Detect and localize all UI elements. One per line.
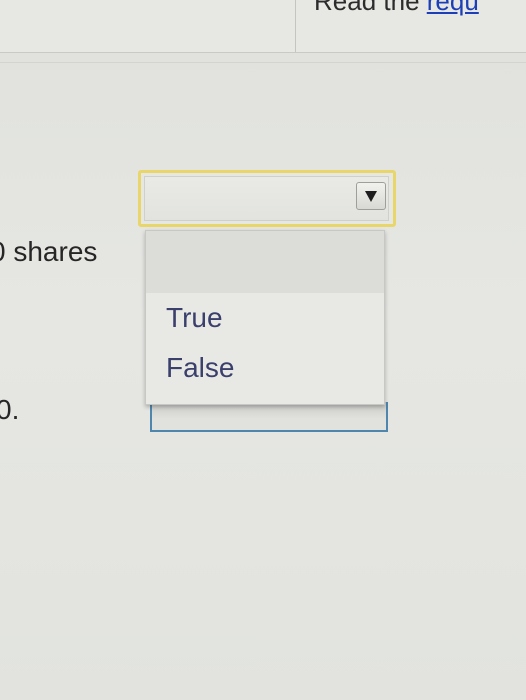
- number-text: 0.: [0, 394, 20, 425]
- requirements-link[interactable]: requ: [427, 0, 479, 16]
- select-dropdown-list: True False: [145, 230, 385, 405]
- shares-text: 0 shares: [0, 236, 98, 267]
- true-false-select[interactable]: [138, 170, 396, 227]
- option-blank[interactable]: [146, 231, 384, 293]
- option-true[interactable]: True: [146, 297, 384, 339]
- chevron-down-icon[interactable]: [356, 182, 386, 210]
- instruction-text: Read the requ: [314, 0, 479, 17]
- select-value-display[interactable]: [144, 176, 389, 221]
- second-select-field[interactable]: [150, 402, 388, 432]
- instruction-label: Read the: [314, 0, 427, 16]
- table-divider: [295, 0, 296, 52]
- screen: Read the requ 0 shares 0. True False: [0, 0, 526, 700]
- top-table-row: Read the requ: [0, 0, 526, 53]
- section-divider: [0, 62, 526, 63]
- option-false[interactable]: False: [146, 347, 384, 389]
